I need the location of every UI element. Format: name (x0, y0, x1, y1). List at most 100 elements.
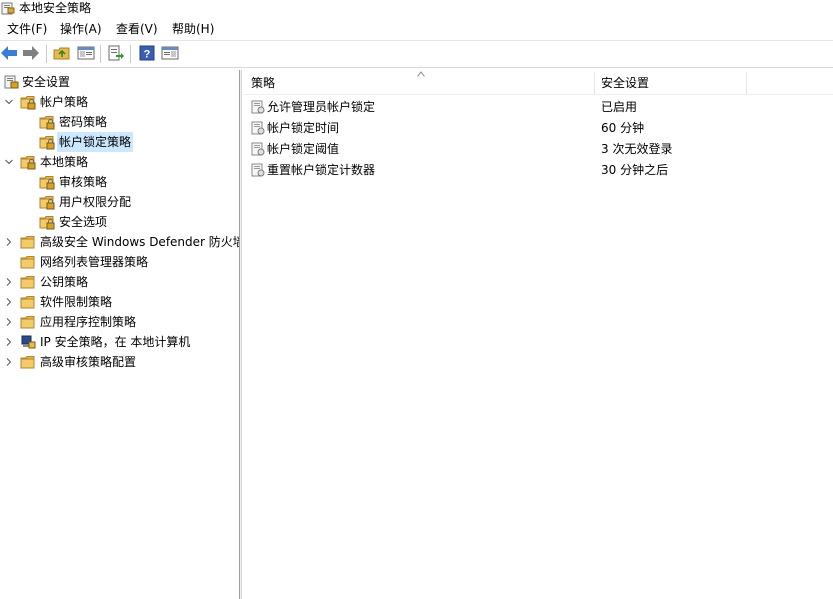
tree-item-label: 应用程序控制策略 (40, 315, 137, 329)
menu-view[interactable]: 查看(V) (114, 18, 160, 40)
policy-setting-icon (251, 163, 265, 177)
tree-item-label: 高级审核策略配置 (40, 355, 137, 369)
pane-splitter[interactable] (239, 70, 242, 599)
policy-name: 允许管理员帐户锁定 (267, 100, 376, 114)
export-list-icon (108, 45, 124, 61)
tree-item-label: 审核策略 (59, 175, 108, 189)
locked-folder-icon (20, 156, 36, 170)
policy-setting-value: 30 分钟之后 (601, 163, 669, 177)
tree-item-security-settings[interactable]: 安全设置 (0, 72, 239, 92)
locked-folder-icon (39, 176, 55, 190)
menu-bar: 文件(F) 操作(A) 查看(V) 帮助(H) (0, 18, 833, 41)
up-one-level-button[interactable] (53, 44, 71, 62)
forward-button[interactable] (22, 44, 40, 62)
policy-setting-value: 已启用 (601, 100, 638, 114)
back-button[interactable] (0, 44, 18, 62)
svg-text:?: ? (144, 49, 151, 61)
policy-name: 帐户锁定阈值 (267, 142, 340, 156)
tree-item-label: 安全选项 (59, 215, 108, 229)
help-icon: ? (139, 45, 155, 61)
show-hide-tree-icon (77, 46, 95, 60)
export-list-button[interactable] (107, 44, 125, 62)
policy-row[interactable]: 重置帐户锁定计数器 30 分钟之后 (243, 160, 833, 181)
tree-item[interactable]: IP 安全策略，在 本地计算机 (0, 332, 239, 352)
expand-chevron-icon[interactable] (5, 238, 13, 246)
tree-item[interactable]: 本地策略 (0, 152, 239, 172)
locked-folder-icon (20, 96, 36, 110)
tree-item-label: 本地策略 (40, 155, 89, 169)
policy-setting-icon (251, 100, 265, 114)
tree-item[interactable]: 软件限制策略 (0, 292, 239, 312)
folder-icon (20, 316, 35, 329)
tree-item[interactable]: 帐户策略 (0, 92, 239, 112)
tree-item-label: 用户权限分配 (59, 195, 132, 209)
collapse-chevron-icon[interactable] (5, 158, 13, 166)
tree-item-label: 帐户锁定策略 (57, 132, 134, 152)
title-bar: 本地安全策略 (0, 0, 833, 18)
policy-row[interactable]: 允许管理员帐户锁定 已启用 (243, 97, 833, 118)
properties-button[interactable] (161, 44, 179, 62)
ip-security-icon (21, 335, 36, 349)
menu-action[interactable]: 操作(A) (58, 18, 104, 40)
tree-item[interactable]: 高级审核策略配置 (0, 352, 239, 372)
tree-item-label: 帐户策略 (40, 95, 89, 109)
policy-name: 重置帐户锁定计数器 (267, 163, 376, 177)
expand-chevron-icon[interactable] (5, 358, 13, 366)
tree-item[interactable]: 密码策略 (0, 112, 239, 132)
toolbar-separator (130, 45, 131, 63)
tree-item-label: 软件限制策略 (40, 295, 113, 309)
expand-chevron-icon[interactable] (5, 278, 13, 286)
policy-list-pane: 策略 安全设置 允许管理员帐户锁定 已启用帐户锁定时间 60 分钟帐户锁定阈值 3 次… (243, 70, 833, 599)
column-header-policy[interactable]: 策略 (251, 72, 595, 94)
policy-row[interactable]: 帐户锁定阈值 3 次无效登录 (243, 139, 833, 160)
window-title: 本地安全策略 (19, 1, 92, 15)
back-arrow-icon (1, 46, 17, 60)
up-folder-icon (53, 47, 70, 60)
forward-arrow-icon (23, 46, 39, 60)
expand-chevron-icon[interactable] (5, 338, 13, 346)
folder-icon (20, 276, 35, 289)
security-settings-icon (4, 75, 19, 89)
folder-icon (20, 296, 35, 309)
tree-item-label: 公钥策略 (40, 275, 89, 289)
tree-item[interactable]: 高级安全 Windows Defender 防火墙 (0, 232, 239, 252)
tree-pane: 安全设置帐户策略密码策略帐户锁定策略本地策略审核策略用户权限分配 安全选项高级安全… (0, 70, 239, 599)
tree-item[interactable]: 公钥策略 (0, 272, 239, 292)
security-policy-app-icon (1, 2, 15, 15)
menu-help[interactable]: 帮助(H) (170, 18, 216, 40)
policy-setting-icon (251, 121, 265, 135)
policy-setting-value: 60 分钟 (601, 121, 645, 135)
properties-icon (161, 46, 179, 60)
collapse-chevron-icon[interactable] (5, 98, 13, 106)
column-header-security-setting[interactable]: 安全设置 (601, 72, 747, 94)
expand-chevron-icon[interactable] (5, 298, 13, 306)
tree-item[interactable]: 网络列表管理器策略 (0, 252, 239, 272)
header-divider (243, 94, 833, 95)
toolbar-separator (46, 45, 47, 63)
show-hide-tree-button[interactable] (77, 44, 95, 62)
tree-item[interactable]: 审核策略 (0, 172, 239, 192)
tree-item-label: 安全设置 (22, 75, 71, 89)
tree-item[interactable]: 帐户锁定策略 (0, 132, 239, 152)
tree-item-label: 高级安全 Windows Defender 防火墙 (40, 235, 239, 249)
menu-file[interactable]: 文件(F) (5, 18, 49, 40)
tree-item-label: 密码策略 (59, 115, 108, 129)
tree-item[interactable]: 安全选项 (0, 212, 239, 232)
tree-item[interactable]: 用户权限分配 (0, 192, 239, 212)
folder-icon (20, 256, 35, 269)
tree-item[interactable]: 应用程序控制策略 (0, 312, 239, 332)
locked-folder-icon (39, 196, 55, 210)
folder-icon (20, 236, 35, 249)
tree-item-label: 网络列表管理器策略 (40, 255, 149, 269)
locked-folder-icon (39, 216, 55, 230)
expand-chevron-icon[interactable] (5, 318, 13, 326)
tree-item-label: IP 安全策略，在 本地计算机 (40, 335, 191, 349)
policy-row[interactable]: 帐户锁定时间 60 分钟 (243, 118, 833, 139)
locked-folder-icon (39, 116, 55, 130)
policy-setting-value: 3 次无效登录 (601, 142, 673, 156)
toolbar-separator (100, 45, 101, 63)
toolbar: ? (0, 41, 833, 68)
help-button[interactable]: ? (138, 44, 156, 62)
policy-setting-icon (251, 142, 265, 156)
locked-folder-icon (39, 136, 55, 150)
